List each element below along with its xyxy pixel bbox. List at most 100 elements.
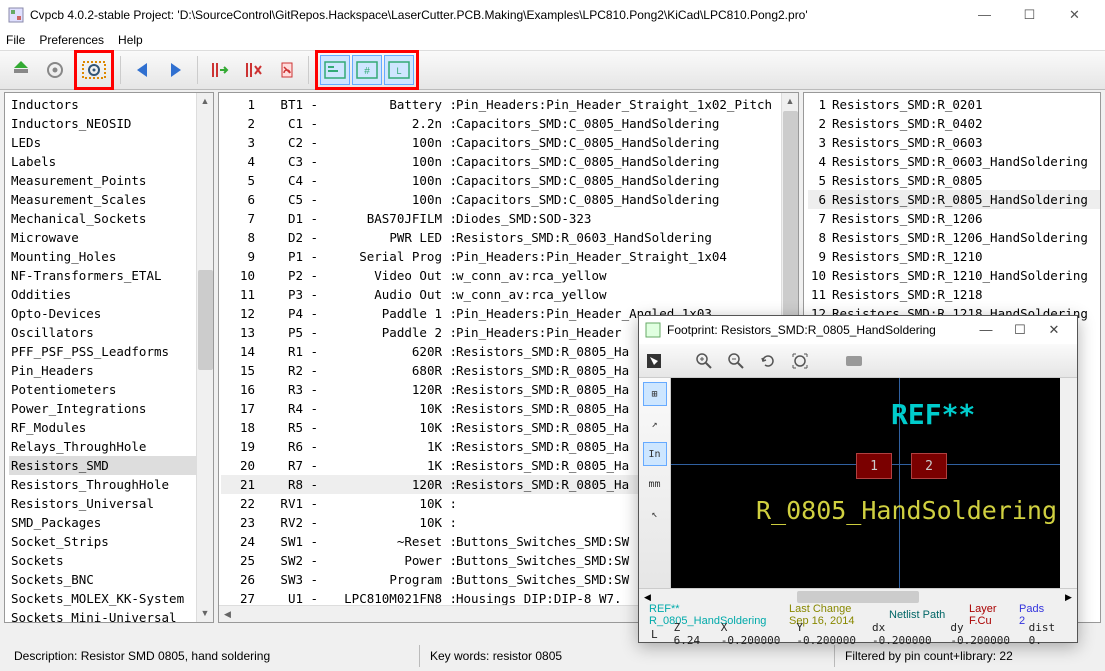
fp-close-button[interactable]: ✕ bbox=[1037, 318, 1071, 342]
polar-toggle-icon[interactable]: ↗ bbox=[643, 412, 667, 436]
filter-keywords-button[interactable] bbox=[320, 55, 350, 85]
menubar: File Preferences Help bbox=[0, 30, 1105, 50]
footprint-row[interactable]: 2Resistors_SMD:R_0402 bbox=[808, 114, 1100, 133]
library-row[interactable]: Microwave bbox=[9, 228, 213, 247]
library-row[interactable]: Inductors_NEOSID bbox=[9, 114, 213, 133]
menu-help[interactable]: Help bbox=[118, 33, 143, 47]
library-row[interactable]: Resistors_SMD bbox=[9, 456, 213, 475]
menu-file[interactable]: File bbox=[6, 33, 25, 47]
delete-associations-button[interactable] bbox=[238, 55, 268, 85]
library-row[interactable]: Relays_ThroughHole bbox=[9, 437, 213, 456]
component-row[interactable]: 8D2 -PWR LED : Resistors_SMD:R_0603_Hand… bbox=[221, 228, 798, 247]
library-row[interactable]: Opto-Devices bbox=[9, 304, 213, 323]
library-row[interactable]: Sockets bbox=[9, 551, 213, 570]
library-row[interactable]: Inductors bbox=[9, 95, 213, 114]
fp-3d-icon[interactable] bbox=[843, 350, 865, 372]
zoom-in-icon[interactable] bbox=[693, 350, 715, 372]
library-row[interactable]: Measurement_Points bbox=[9, 171, 213, 190]
fp-canvas[interactable]: REF** 1 2 R_0805_HandSoldering bbox=[671, 378, 1077, 588]
component-row[interactable]: 1BT1 -Battery : Pin_Headers:Pin_Header_S… bbox=[221, 95, 798, 114]
footprint-viewer-window: Footprint: Resistors_SMD:R_0805_HandSold… bbox=[638, 315, 1078, 643]
library-row[interactable]: SMD_Packages bbox=[9, 513, 213, 532]
status-filter: Filtered by pin count+library: 22 bbox=[834, 645, 1101, 667]
library-row[interactable]: Measurement_Scales bbox=[9, 190, 213, 209]
fp-scrollbar-vertical[interactable] bbox=[1060, 378, 1077, 588]
library-row[interactable]: Sockets_Mini-Universal bbox=[9, 608, 213, 623]
library-row[interactable]: Socket_Strips bbox=[9, 532, 213, 551]
fp-coord-Z: Z 6.24 bbox=[666, 621, 713, 647]
footprint-row[interactable]: 11Resistors_SMD:R_1218 bbox=[808, 285, 1100, 304]
library-row[interactable]: Power_Integrations bbox=[9, 399, 213, 418]
save-button[interactable] bbox=[6, 55, 36, 85]
footprint-row[interactable]: 10Resistors_SMD:R_1210_HandSoldering bbox=[808, 266, 1100, 285]
component-row[interactable]: 4C3 -100n : Capacitors_SMD:C_0805_HandSo… bbox=[221, 152, 798, 171]
footprint-row[interactable]: 1Resistors_SMD:R_0201 bbox=[808, 95, 1100, 114]
library-row[interactable]: Resistors_ThroughHole bbox=[9, 475, 213, 494]
fp-coord-bar: L Z 6.24 X -0.200000 Y -0.200000 dx -0.2… bbox=[639, 625, 1077, 643]
settings-button[interactable] bbox=[40, 55, 70, 85]
filter-pincount-button[interactable]: # bbox=[352, 55, 382, 85]
close-button[interactable]: ✕ bbox=[1052, 1, 1097, 29]
minimize-button[interactable]: — bbox=[962, 1, 1007, 29]
fp-scrollbar-horizontal[interactable]: ◀▶ bbox=[639, 588, 1077, 605]
component-row[interactable]: 7D1 -BAS70JFILM : Diodes_SMD:SOD-323 bbox=[221, 209, 798, 228]
zoom-fit-icon[interactable] bbox=[789, 350, 811, 372]
fp-select-button[interactable] bbox=[643, 350, 665, 372]
zoom-out-icon[interactable] bbox=[725, 350, 747, 372]
units-inch-button[interactable]: In bbox=[643, 442, 667, 466]
fp-coord-dy: dy -0.200000 bbox=[942, 621, 1020, 647]
library-row[interactable]: PFF_PSF_PSS_Leadforms bbox=[9, 342, 213, 361]
library-row[interactable]: LEDs bbox=[9, 133, 213, 152]
footprint-row[interactable]: 6Resistors_SMD:R_0805_HandSoldering bbox=[808, 190, 1100, 209]
grid-toggle-icon[interactable]: ⊞ bbox=[643, 382, 667, 406]
filter-library-button[interactable]: L bbox=[384, 55, 414, 85]
library-list[interactable]: InductorsInductors_NEOSIDLEDsLabelsMeasu… bbox=[5, 93, 213, 623]
library-row[interactable]: Sockets_BNC bbox=[9, 570, 213, 589]
library-row[interactable]: Labels bbox=[9, 152, 213, 171]
library-row[interactable]: NF-Transformers_ETAL bbox=[9, 266, 213, 285]
component-row[interactable]: 10P2 -Video Out : w_conn_av:rca_yellow bbox=[221, 266, 798, 285]
footprint-row[interactable]: 8Resistors_SMD:R_1206_HandSoldering bbox=[808, 228, 1100, 247]
library-row[interactable]: Oscillators bbox=[9, 323, 213, 342]
footprint-row[interactable]: 5Resistors_SMD:R_0805 bbox=[808, 171, 1100, 190]
library-row[interactable]: Potentiometers bbox=[9, 380, 213, 399]
fp-app-icon bbox=[645, 322, 661, 338]
footprint-list[interactable]: 1Resistors_SMD:R_02012Resistors_SMD:R_04… bbox=[804, 93, 1100, 325]
library-row[interactable]: Mechanical_Sockets bbox=[9, 209, 213, 228]
library-row[interactable]: Resistors_Universal bbox=[9, 494, 213, 513]
auto-associate-button[interactable] bbox=[204, 55, 234, 85]
library-row[interactable]: Pin_Headers bbox=[9, 361, 213, 380]
library-row[interactable]: Oddities bbox=[9, 285, 213, 304]
fp-minimize-button[interactable]: — bbox=[969, 318, 1003, 342]
prev-button[interactable] bbox=[127, 55, 157, 85]
maximize-button[interactable]: ☐ bbox=[1007, 1, 1052, 29]
fp-toolbar bbox=[639, 344, 1077, 378]
pdf-button[interactable] bbox=[272, 55, 302, 85]
library-row[interactable]: RF_Modules bbox=[9, 418, 213, 437]
component-row[interactable]: 11P3 -Audio Out : w_conn_av:rca_yellow bbox=[221, 285, 798, 304]
component-row[interactable]: 6C5 -100n : Capacitors_SMD:C_0805_HandSo… bbox=[221, 190, 798, 209]
footprint-row[interactable]: 4Resistors_SMD:R_0603_HandSoldering bbox=[808, 152, 1100, 171]
units-mm-button[interactable]: mm bbox=[643, 472, 667, 496]
cursor-mode-icon[interactable]: ↖ bbox=[643, 502, 667, 526]
next-button[interactable] bbox=[161, 55, 191, 85]
fp-maximize-button[interactable]: ☐ bbox=[1003, 318, 1037, 342]
menu-preferences[interactable]: Preferences bbox=[39, 33, 104, 47]
redraw-icon[interactable] bbox=[757, 350, 779, 372]
footprint-row[interactable]: 3Resistors_SMD:R_0603 bbox=[808, 133, 1100, 152]
view-footprint-button[interactable] bbox=[79, 55, 109, 85]
component-row[interactable]: 9P1 -Serial Prog : Pin_Headers:Pin_Heade… bbox=[221, 247, 798, 266]
component-row[interactable]: 3C2 -100n : Capacitors_SMD:C_0805_HandSo… bbox=[221, 133, 798, 152]
component-row[interactable]: 2C1 -2.2n : Capacitors_SMD:C_0805_HandSo… bbox=[221, 114, 798, 133]
library-row[interactable]: Sockets_MOLEX_KK-System bbox=[9, 589, 213, 608]
library-row[interactable]: Mounting_Holes bbox=[9, 247, 213, 266]
library-list-pane: InductorsInductors_NEOSIDLEDsLabelsMeasu… bbox=[4, 92, 214, 623]
scrollbar-vertical[interactable]: ▲ ▼ bbox=[196, 93, 213, 622]
component-row[interactable]: 5C4 -100n : Capacitors_SMD:C_0805_HandSo… bbox=[221, 171, 798, 190]
footprint-row[interactable]: 7Resistors_SMD:R_1206 bbox=[808, 209, 1100, 228]
fp-coord-dist: dist 0. bbox=[1021, 621, 1073, 647]
fp-coord-Y: Y -0.200000 bbox=[788, 621, 864, 647]
pad-1: 1 bbox=[856, 453, 892, 479]
footprint-row[interactable]: 9Resistors_SMD:R_1210 bbox=[808, 247, 1100, 266]
statusbar: Description: Resistor SMD 0805, hand sol… bbox=[4, 645, 1101, 667]
